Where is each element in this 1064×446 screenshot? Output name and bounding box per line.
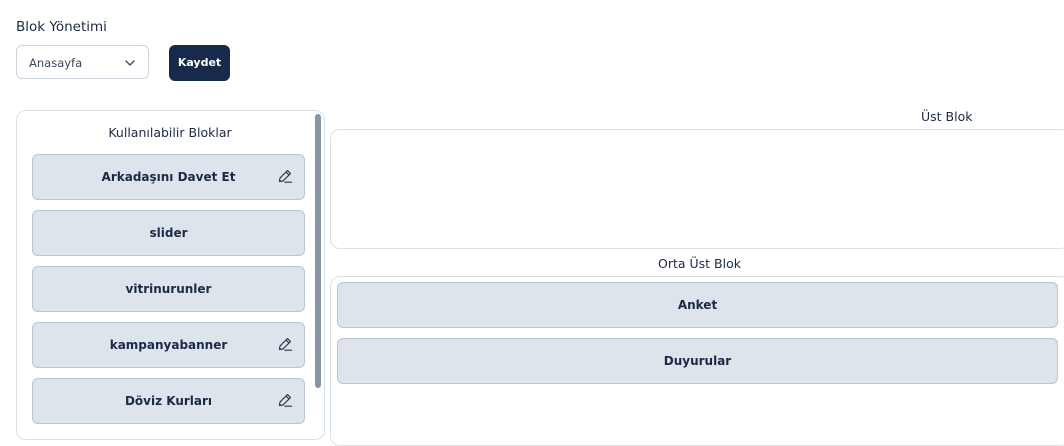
block-card-label: kampanyabanner: [109, 338, 228, 352]
block-card-doviz-kurlari[interactable]: Döviz Kurları: [32, 378, 305, 424]
block-card-duyurular[interactable]: Duyurular: [337, 338, 1058, 384]
block-card-label: Duyurular: [663, 354, 732, 368]
chevron-down-icon: [125, 60, 135, 66]
edit-icon[interactable]: [277, 168, 293, 184]
ust-blok-title: Üst Blok: [921, 109, 973, 124]
available-blocks-scrollbar[interactable]: [315, 114, 321, 388]
block-card-label: vitrinurunler: [125, 282, 212, 296]
block-card-label: slider: [149, 226, 188, 240]
save-button[interactable]: Kaydet: [169, 45, 230, 81]
available-blocks-title: Kullanılabilir Bloklar: [108, 125, 232, 140]
edit-icon[interactable]: [277, 392, 293, 408]
block-card-label: Anket: [677, 298, 718, 312]
orta-ust-blok-title: Orta Üst Blok: [658, 256, 741, 271]
block-card-arkadasini-davet-et[interactable]: Arkadaşını Davet Et: [32, 154, 305, 200]
page-select-value: Anasayfa: [29, 56, 83, 70]
block-card-label: Döviz Kurları: [124, 394, 213, 408]
page-select[interactable]: Anasayfa: [16, 45, 149, 79]
block-card-kampanyabanner[interactable]: kampanyabanner: [32, 322, 305, 368]
edit-icon[interactable]: [277, 336, 293, 352]
block-card-anket[interactable]: Anket: [337, 282, 1058, 328]
page-title: Blok Yönetimi: [16, 19, 107, 35]
block-card-vitrinurunler[interactable]: vitrinurunler: [32, 266, 305, 312]
ust-blok-dropzone[interactable]: [330, 129, 1064, 249]
block-card-slider[interactable]: slider: [32, 210, 305, 256]
block-card-label: Arkadaşını Davet Et: [101, 170, 236, 184]
